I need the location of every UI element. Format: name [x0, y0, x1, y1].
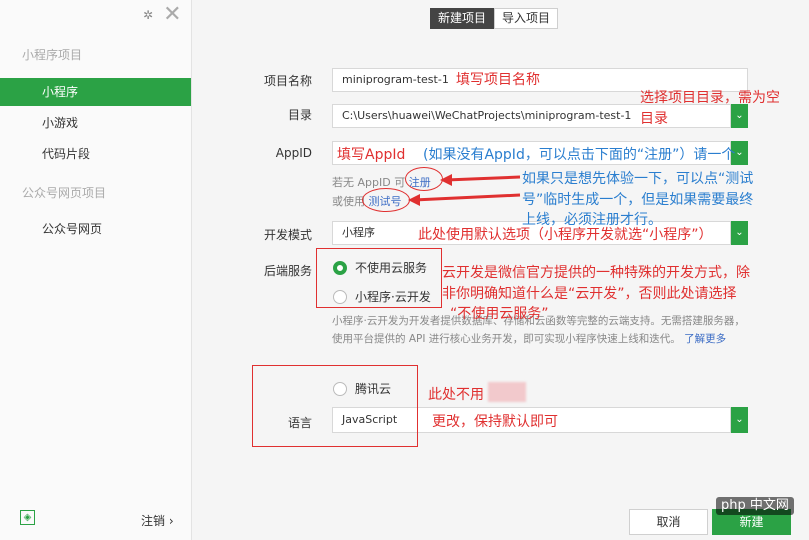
language-dropdown-button[interactable]: ⌄ [731, 407, 748, 433]
sidebar-item-code-snippet[interactable]: 代码片段 [0, 140, 191, 168]
learn-more-link[interactable]: 了解更多 [684, 333, 726, 345]
window-controls: ✲ ✕ [143, 4, 182, 26]
annotation-language-1: 此处不用 [428, 387, 484, 403]
tab-import-project[interactable]: 导入项目 [494, 8, 559, 29]
directory-label: 目录 [287, 108, 312, 122]
annotation-directory-1: 选择项目目录，需为空 [640, 90, 780, 106]
watermark: php 中文网 [716, 497, 794, 515]
register-link-highlight [405, 167, 443, 191]
sidebar-item-minigame[interactable]: 小游戏 [0, 109, 191, 137]
annotation-test-account-2: 号”临时生成一个，但是如果需要最终 [522, 192, 754, 208]
cancel-button[interactable]: 取消 [629, 509, 708, 535]
dev-mode-label: 开发模式 [263, 228, 312, 242]
arrow-to-test-account [413, 193, 521, 202]
appid-hint-text: 若无 AppID 可 [332, 176, 406, 189]
backend-highlight-box [316, 248, 442, 308]
annotation-directory-2: 目录 [640, 111, 668, 127]
tab-new-project[interactable]: 新建项目 [430, 8, 495, 29]
appid-label: AppID [275, 146, 312, 160]
annotation-cloud-1: 云开发是微信官方提供的一种特殊的开发方式，除 [442, 265, 750, 281]
test-account-hint-text: 或使用 [332, 195, 365, 208]
close-icon[interactable]: ✕ [163, 4, 181, 26]
annotation-cloud-3: “不使用云服务” [450, 306, 549, 322]
section-title-webpage: 公众号网页项目 [22, 186, 107, 200]
gear-icon[interactable]: ✲ [143, 8, 153, 22]
wechat-devtools-logo-icon: ◈ [20, 510, 35, 525]
annotation-cloud-2: 非你明确知道什么是“云开发”，否则此处请选择 [442, 286, 737, 302]
blurred-text [488, 382, 526, 402]
directory-input[interactable]: C:\Users\huawei\WeChatProjects\miniprogr… [332, 104, 731, 128]
project-name-label: 项目名称 [263, 74, 312, 88]
arrow-to-register [445, 175, 521, 182]
annotation-appid: 填写AppId [337, 147, 406, 163]
annotation-dev-mode: 此处使用默认选项（小程序开发就选“小程序”） [418, 227, 713, 243]
sidebar: ✲ ✕ 小程序项目 小程序 小游戏 代码片段 公众号网页项目 公众号网页 ◈ 注… [0, 0, 192, 540]
section-title-miniprogram: 小程序项目 [22, 48, 83, 62]
test-account-highlight [362, 188, 410, 212]
dev-mode-dropdown-button[interactable]: ⌄ [731, 221, 748, 245]
logout-button[interactable]: 注销 › [141, 512, 174, 529]
backend-service-label: 后端服务 [263, 264, 312, 278]
annotation-language-2: 更改，保持默认即可 [432, 414, 558, 430]
annotation-project-name: 填写项目名称 [456, 72, 540, 88]
project-tabs: 新建项目 导入项目 [430, 8, 559, 29]
directory-picker-button[interactable]: ⌄ [731, 104, 748, 128]
annotation-test-account-1: 如果只是想先体验一下，可以点“测试 [522, 171, 754, 187]
sidebar-item-official-webpage[interactable]: 公众号网页 [0, 215, 191, 243]
language-highlight-box [252, 365, 418, 447]
annotation-register-note: (如果没有AppId，可以点击下面的“注册”）请一个 [423, 147, 736, 163]
sidebar-item-miniprogram[interactable]: 小程序 [0, 78, 191, 106]
